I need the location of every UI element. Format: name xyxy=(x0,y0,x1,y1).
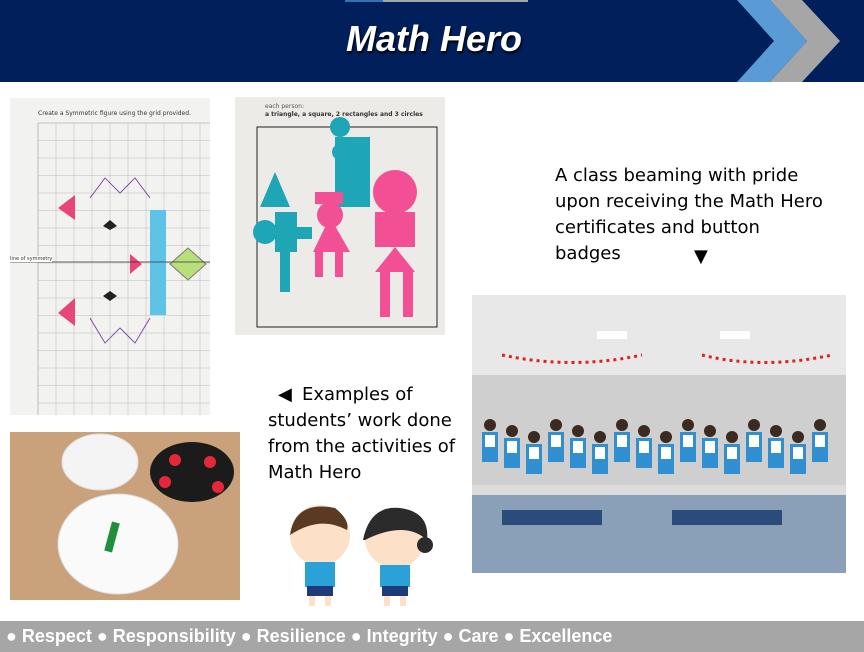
photo-symmetry-worksheet: Create a Symmetric figure using the grid… xyxy=(10,98,210,415)
photo-clock-plates xyxy=(10,432,240,600)
page-title: Math Hero xyxy=(345,18,522,59)
accent-bar xyxy=(383,0,528,2)
cartoon-kids-image xyxy=(290,505,433,606)
footer-values-bar: ● Respect ● Responsibility ● Resilience … xyxy=(0,621,864,652)
work-caption: Examples of students’ work done from the… xyxy=(268,384,456,483)
class-photo-caption: A class beaming with pride upon receivin… xyxy=(555,165,823,264)
down-arrow-icon: ▼ xyxy=(694,246,708,267)
photo-shapes-worksheet: each person: a triangle, a square, 2 rec… xyxy=(235,97,445,335)
photo-class-certificates xyxy=(472,295,846,573)
accent-bar xyxy=(345,0,383,2)
